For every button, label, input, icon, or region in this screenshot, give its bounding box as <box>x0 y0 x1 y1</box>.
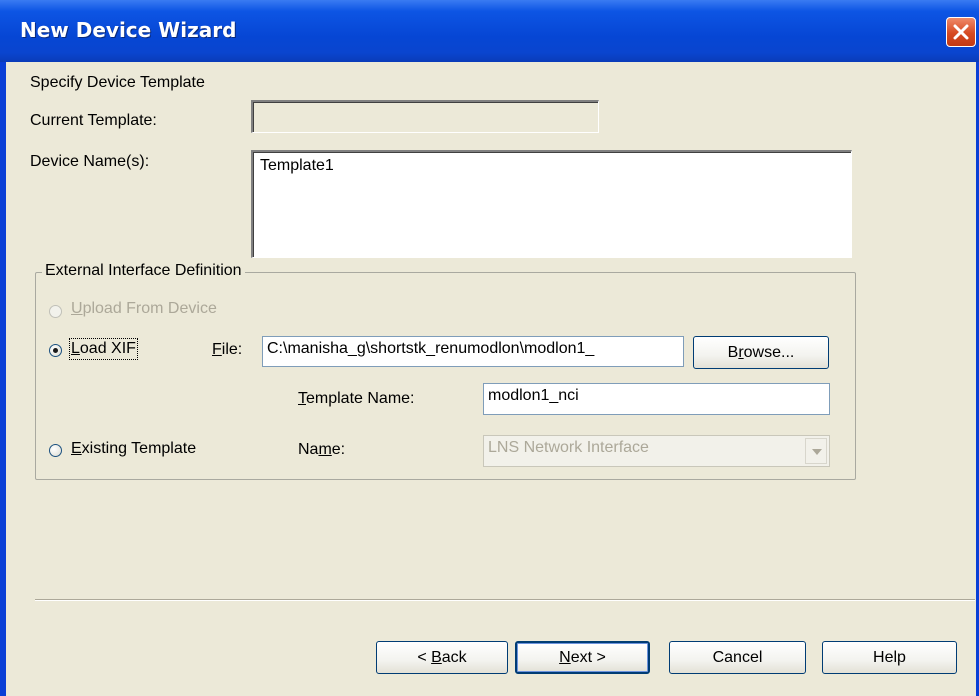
window-title: New Device Wizard <box>20 18 237 42</box>
existing-template-label: Existing Template <box>71 440 197 457</box>
file-path-input[interactable]: C:\manisha_g\shortstk_renumodlon\modlon1… <box>262 336 684 367</box>
template-name-input[interactable]: modlon1_nci <box>483 383 830 415</box>
dialog-window: New Device Wizard Specify Device Templat… <box>0 0 979 696</box>
close-button[interactable] <box>946 17 976 47</box>
help-button[interactable]: Help <box>822 641 957 674</box>
name-combobox-value: LNS Network Interface <box>488 439 649 456</box>
current-template-label: Current Template: <box>30 112 157 129</box>
template-name-value: modlon1_nci <box>488 387 579 404</box>
cancel-button[interactable]: Cancel <box>669 641 806 674</box>
back-button[interactable]: < Back <box>376 641 508 674</box>
device-names-textarea[interactable]: Template1 <box>251 150 852 258</box>
file-path-value: C:\manisha_g\shortstk_renumodlon\modlon1… <box>267 340 595 357</box>
existing-template-radio[interactable] <box>49 444 62 457</box>
name-label: Name: <box>298 441 346 458</box>
device-names-value: Template1 <box>260 157 334 174</box>
upload-from-device-radio[interactable] <box>49 305 62 318</box>
button-separator <box>35 599 975 601</box>
device-names-label: Device Name(s): <box>30 153 150 170</box>
external-interface-group-title: External Interface Definition <box>42 262 245 280</box>
browse-button[interactable]: Browse... <box>693 336 829 369</box>
file-label: File: <box>212 341 243 358</box>
title-bar[interactable]: New Device Wizard <box>0 0 979 62</box>
combobox-dropdown-button[interactable] <box>805 438 827 464</box>
current-template-field <box>251 100 599 133</box>
radio-selected-dot <box>53 348 58 353</box>
section-heading: Specify Device Template <box>30 74 205 91</box>
chevron-down-icon <box>812 449 822 455</box>
template-name-label: Template Name: <box>298 390 415 407</box>
name-combobox[interactable]: LNS Network Interface <box>483 435 830 467</box>
load-xif-radio[interactable] <box>49 344 62 357</box>
dialog-body: Specify Device Template Current Template… <box>6 62 976 696</box>
next-button[interactable]: Next > <box>515 641 650 674</box>
upload-from-device-label: Upload From Device <box>71 300 217 317</box>
close-icon <box>953 24 969 40</box>
load-xif-label: Load XIF <box>69 338 138 360</box>
